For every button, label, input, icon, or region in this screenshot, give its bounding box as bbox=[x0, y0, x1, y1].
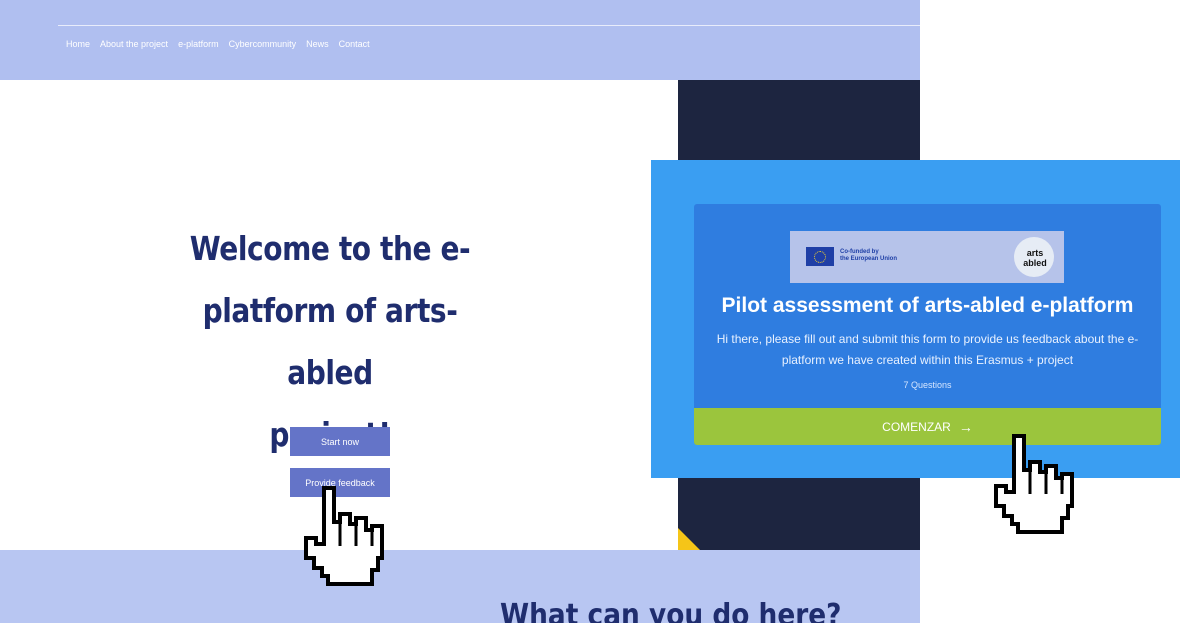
form-intro-card: Co-funded by the European Union arts abl… bbox=[694, 204, 1161, 445]
form-description: Hi there, please fill out and submit thi… bbox=[716, 332, 1139, 367]
comenzar-button[interactable]: COMENZAR → bbox=[694, 408, 1161, 445]
logo-text: arts bbox=[1026, 248, 1044, 258]
arrow-right-icon: → bbox=[958, 418, 973, 435]
hero-title-line: Welcome to the e- bbox=[189, 229, 471, 268]
nav-menu: Home About the project e-platform Cyberc… bbox=[66, 39, 370, 49]
question-count: 7 Questions bbox=[903, 380, 952, 390]
top-navigation-bar: Home About the project e-platform Cyberc… bbox=[0, 0, 920, 80]
pointer-hand-icon bbox=[994, 434, 1074, 534]
hero-title-line: platform of arts-abled bbox=[202, 291, 458, 392]
funding-banner: Co-funded by the European Union arts abl… bbox=[790, 231, 1064, 283]
logo-text: abled bbox=[1023, 258, 1047, 268]
nav-item-contact[interactable]: Contact bbox=[339, 39, 370, 49]
yellow-accent-shape bbox=[678, 528, 700, 550]
nav-item-home[interactable]: Home bbox=[66, 39, 90, 49]
nav-item-cybercommunity[interactable]: Cybercommunity bbox=[229, 39, 297, 49]
form-title: Pilot assessment of arts-abled e-platfor… bbox=[721, 294, 1134, 317]
nav-item-news[interactable]: News bbox=[306, 39, 329, 49]
start-now-button[interactable]: Start now bbox=[290, 427, 390, 456]
eu-text-line: Co-funded by bbox=[840, 249, 879, 255]
section-heading: What can you do here? bbox=[500, 598, 842, 623]
divider bbox=[58, 25, 920, 26]
nav-item-about[interactable]: About the project bbox=[100, 39, 168, 49]
eu-text-line: the European Union bbox=[840, 256, 897, 262]
arts-abled-logo: arts abled bbox=[1014, 237, 1054, 277]
comenzar-label: COMENZAR bbox=[882, 419, 951, 434]
eu-flag-icon bbox=[806, 247, 834, 266]
nav-item-e-platform[interactable]: e-platform bbox=[178, 39, 219, 49]
pointer-hand-icon bbox=[304, 486, 384, 586]
eu-funding-text: Co-funded by the European Union bbox=[840, 249, 910, 263]
